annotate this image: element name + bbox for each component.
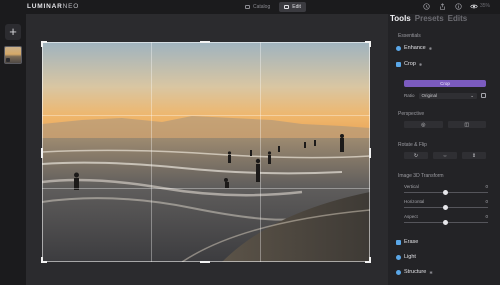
left-filmstrip: +	[0, 14, 26, 285]
horizontal-slider[interactable]: Horizontal 0	[404, 199, 488, 210]
share-icon[interactable]	[438, 2, 446, 10]
image3d-section-label: Image 3D Transform	[398, 173, 444, 179]
tool-erase[interactable]: Erase	[396, 239, 418, 245]
tab-tools[interactable]: Tools	[390, 14, 411, 23]
ai-star-icon: ✱	[429, 269, 433, 275]
photo-preview[interactable]	[42, 42, 370, 262]
perspective-vertical-button[interactable]: ◫	[447, 121, 486, 128]
edit-mode-button[interactable]: Edit	[279, 2, 306, 12]
flip-vertical-button[interactable]: ⇕	[462, 152, 486, 159]
tool-light[interactable]: Light	[396, 254, 416, 260]
crop-corner-handle[interactable]	[41, 257, 43, 263]
zoom-level[interactable]: 35%	[480, 3, 490, 9]
crop-corner-handle[interactable]	[369, 41, 371, 47]
slider-knob[interactable]	[443, 205, 448, 210]
tool-crop[interactable]: Crop ✱	[396, 61, 422, 67]
essentials-section-label: Essentials	[398, 33, 421, 39]
vertical-slider[interactable]: Vertical 0	[404, 184, 488, 195]
app-logo: LUMINARNEO	[27, 3, 80, 10]
catalog-icon	[245, 5, 250, 9]
crop-edge-handle[interactable]	[200, 261, 210, 263]
crop-edge-handle[interactable]	[200, 41, 210, 43]
enhance-icon	[396, 45, 401, 51]
rotate-icon: ↻	[413, 152, 419, 159]
rotate-flip-section-label: Rotate & Flip	[398, 142, 427, 148]
perspective-buttons: ◎ ◫	[404, 121, 486, 128]
rotate-button[interactable]: ↻	[404, 152, 428, 159]
slider-knob[interactable]	[443, 190, 448, 195]
top-bar: LUMINARNEO Catalog Edit 35%	[0, 0, 500, 14]
erase-icon	[396, 239, 401, 245]
crop-grid-line	[42, 115, 370, 116]
slider-track[interactable]	[404, 205, 488, 210]
crop-corner-handle[interactable]	[41, 41, 43, 47]
light-icon	[396, 254, 401, 260]
ai-star-icon: ✱	[418, 61, 423, 67]
slider-track[interactable]	[404, 220, 488, 225]
edit-icon	[284, 5, 290, 9]
mode-switch: Catalog Edit	[240, 2, 306, 12]
chevron-down-icon: ⌄	[470, 92, 474, 98]
ratio-row: Ratio Original ⌄	[404, 92, 486, 99]
ai-star-icon: ✱	[428, 45, 433, 51]
lock-icon[interactable]	[481, 93, 486, 98]
crop-ai-button[interactable]: Crop	[404, 80, 486, 87]
crop-icon	[396, 61, 401, 67]
perspective-icon: ◎	[421, 121, 426, 128]
crop-edge-handle[interactable]	[369, 148, 371, 158]
perspective-icon: ◫	[464, 121, 470, 128]
edited-badge-icon	[6, 58, 10, 62]
image-thumbnail[interactable]	[4, 46, 22, 64]
panel-tabs: Tools Presets Edits	[390, 14, 467, 23]
history-icon[interactable]	[422, 2, 430, 10]
structure-icon	[396, 269, 401, 275]
slider-knob[interactable]	[443, 220, 448, 225]
flip-horizontal-icon: ⇔	[442, 152, 448, 159]
tool-structure[interactable]: Structure ✱	[396, 269, 433, 275]
slider-track[interactable]	[404, 190, 488, 195]
perspective-section-label: Perspective	[398, 111, 425, 117]
perspective-horizontal-button[interactable]: ◎	[404, 121, 443, 128]
crop-edge-handle[interactable]	[41, 148, 43, 158]
tab-presets[interactable]: Presets	[415, 14, 444, 23]
crop-grid-line	[260, 42, 261, 262]
rotate-flip-buttons: ↻ ⇔ ⇕	[404, 152, 486, 159]
flip-vertical-icon: ⇕	[471, 152, 477, 159]
ratio-label: Ratio	[404, 93, 415, 98]
tool-enhance[interactable]: Enhance ✱	[396, 45, 432, 51]
crop-corner-handle[interactable]	[369, 257, 371, 263]
flip-horizontal-button[interactable]: ⇔	[433, 152, 457, 159]
catalog-mode-button[interactable]: Catalog	[240, 2, 275, 12]
eye-icon[interactable]	[470, 2, 478, 10]
ratio-select[interactable]: Original ⌄	[418, 92, 477, 99]
crop-grid-line	[151, 42, 152, 262]
crop-grid-line	[42, 188, 370, 189]
aspect-slider[interactable]: Aspect 0	[404, 214, 488, 225]
info-icon[interactable]	[454, 2, 462, 10]
top-icons	[422, 2, 478, 10]
add-image-button[interactable]: +	[5, 24, 21, 40]
tab-edits[interactable]: Edits	[448, 14, 468, 23]
